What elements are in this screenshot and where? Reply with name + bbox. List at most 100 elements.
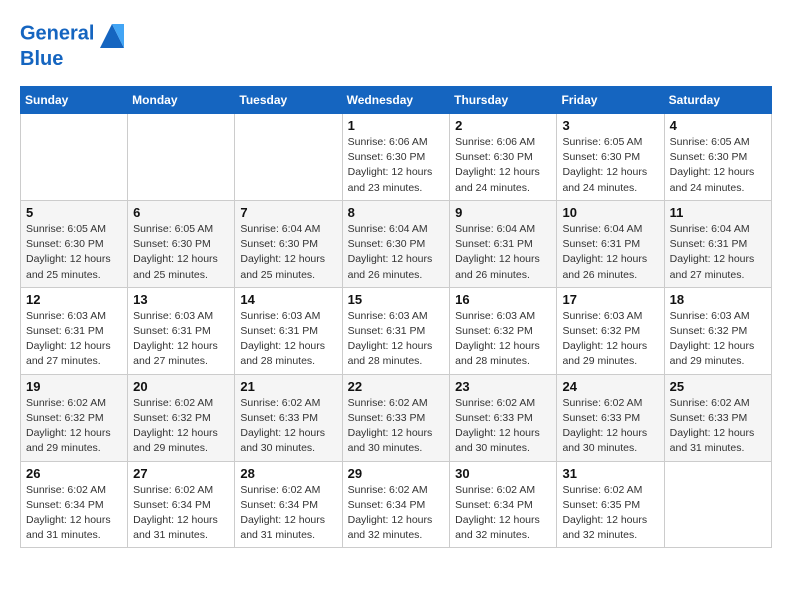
day-info: Sunrise: 6:02 AM Sunset: 6:33 PM Dayligh… [240, 396, 336, 457]
day-number: 18 [670, 292, 766, 307]
calendar-cell [235, 114, 342, 201]
day-info: Sunrise: 6:02 AM Sunset: 6:32 PM Dayligh… [133, 396, 229, 457]
day-number: 17 [562, 292, 658, 307]
day-number: 1 [348, 118, 445, 133]
calendar-cell: 9 Sunrise: 6:04 AM Sunset: 6:31 PM Daylig… [450, 200, 557, 287]
day-number: 5 [26, 205, 122, 220]
calendar-table: SundayMondayTuesdayWednesdayThursdayFrid… [20, 86, 772, 548]
day-number: 8 [348, 205, 445, 220]
calendar-cell: 29 Sunrise: 6:02 AM Sunset: 6:34 PM Dayli… [342, 461, 450, 548]
calendar-cell: 3 Sunrise: 6:05 AM Sunset: 6:30 PM Daylig… [557, 114, 664, 201]
day-info: Sunrise: 6:03 AM Sunset: 6:31 PM Dayligh… [26, 309, 122, 370]
calendar-cell: 31 Sunrise: 6:02 AM Sunset: 6:35 PM Dayli… [557, 461, 664, 548]
calendar-cell: 12 Sunrise: 6:03 AM Sunset: 6:31 PM Dayli… [21, 287, 128, 374]
calendar-cell: 11Sunrise: 6:04 AM Sunset: 6:31 PM Dayli… [664, 200, 771, 287]
logo: General Blue [20, 20, 128, 70]
day-info: Sunrise: 6:06 AM Sunset: 6:30 PM Dayligh… [348, 135, 445, 196]
day-info: Sunrise: 6:02 AM Sunset: 6:34 PM Dayligh… [348, 483, 445, 544]
day-number: 15 [348, 292, 445, 307]
calendar-cell: 1 Sunrise: 6:06 AM Sunset: 6:30 PM Daylig… [342, 114, 450, 201]
calendar-week-2: 5 Sunrise: 6:05 AM Sunset: 6:30 PM Daylig… [21, 200, 772, 287]
calendar-cell: 30 Sunrise: 6:02 AM Sunset: 6:34 PM Dayli… [450, 461, 557, 548]
day-number: 20 [133, 379, 229, 394]
day-info: Sunrise: 6:02 AM Sunset: 6:32 PM Dayligh… [26, 396, 122, 457]
day-number: 31 [562, 466, 658, 481]
calendar-cell: 14 Sunrise: 6:03 AM Sunset: 6:31 PM Dayli… [235, 287, 342, 374]
calendar-cell: 4 Sunrise: 6:05 AM Sunset: 6:30 PM Daylig… [664, 114, 771, 201]
day-info: Sunrise: 6:04 AM Sunset: 6:31 PM Dayligh… [455, 222, 551, 283]
day-number: 26 [26, 466, 122, 481]
day-number: 24 [562, 379, 658, 394]
day-info: Sunrise: 6:05 AM Sunset: 6:30 PM Dayligh… [133, 222, 229, 283]
day-number: 3 [562, 118, 658, 133]
day-number: 16 [455, 292, 551, 307]
calendar-cell: 7Sunrise: 6:04 AM Sunset: 6:30 PM Daylig… [235, 200, 342, 287]
day-number: 9 [455, 205, 551, 220]
calendar-week-3: 12 Sunrise: 6:03 AM Sunset: 6:31 PM Dayli… [21, 287, 772, 374]
day-info: Sunrise: 6:06 AM Sunset: 6:30 PM Dayligh… [455, 135, 551, 196]
day-info: Sunrise: 6:05 AM Sunset: 6:30 PM Dayligh… [562, 135, 658, 196]
calendar-cell: 6 Sunrise: 6:05 AM Sunset: 6:30 PM Daylig… [128, 200, 235, 287]
weekday-header-monday: Monday [128, 87, 235, 114]
calendar-week-5: 26 Sunrise: 6:02 AM Sunset: 6:34 PM Dayli… [21, 461, 772, 548]
calendar-cell: 23 Sunrise: 6:02 AM Sunset: 6:33 PM Dayli… [450, 374, 557, 461]
day-number: 2 [455, 118, 551, 133]
calendar-cell: 18 Sunrise: 6:03 AM Sunset: 6:32 PM Dayli… [664, 287, 771, 374]
day-info: Sunrise: 6:04 AM Sunset: 6:30 PM Dayligh… [348, 222, 445, 283]
day-info: Sunrise: 6:02 AM Sunset: 6:35 PM Dayligh… [562, 483, 658, 544]
calendar-cell: 25Sunrise: 6:02 AM Sunset: 6:33 PM Dayli… [664, 374, 771, 461]
day-info: Sunrise: 6:03 AM Sunset: 6:31 PM Dayligh… [348, 309, 445, 370]
day-info: Sunrise: 6:02 AM Sunset: 6:34 PM Dayligh… [455, 483, 551, 544]
calendar-cell: 21 Sunrise: 6:02 AM Sunset: 6:33 PM Dayli… [235, 374, 342, 461]
day-info: Sunrise: 6:02 AM Sunset: 6:33 PM Dayligh… [455, 396, 551, 457]
day-info: Sunrise: 6:05 AM Sunset: 6:30 PM Dayligh… [26, 222, 122, 283]
calendar-cell: 27 Sunrise: 6:02 AM Sunset: 6:34 PM Dayli… [128, 461, 235, 548]
calendar-cell [664, 461, 771, 548]
day-info: Sunrise: 6:04 AM Sunset: 6:30 PM Dayligh… [240, 222, 336, 283]
day-number: 29 [348, 466, 445, 481]
calendar-cell: 17 Sunrise: 6:03 AM Sunset: 6:32 PM Dayli… [557, 287, 664, 374]
day-info: Sunrise: 6:03 AM Sunset: 6:32 PM Dayligh… [670, 309, 766, 370]
weekday-header-friday: Friday [557, 87, 664, 114]
day-number: 21 [240, 379, 336, 394]
day-info: Sunrise: 6:02 AM Sunset: 6:33 PM Dayligh… [348, 396, 445, 457]
weekday-header-thursday: Thursday [450, 87, 557, 114]
calendar-cell: 28Sunrise: 6:02 AM Sunset: 6:34 PM Dayli… [235, 461, 342, 548]
day-number: 23 [455, 379, 551, 394]
day-info: Sunrise: 6:03 AM Sunset: 6:31 PM Dayligh… [240, 309, 336, 370]
day-number: 14 [240, 292, 336, 307]
day-number: 22 [348, 379, 445, 394]
day-number: 10 [562, 205, 658, 220]
day-info: Sunrise: 6:05 AM Sunset: 6:30 PM Dayligh… [670, 135, 766, 196]
day-info: Sunrise: 6:02 AM Sunset: 6:34 PM Dayligh… [26, 483, 122, 544]
logo-text: General Blue [20, 20, 128, 70]
calendar-header: SundayMondayTuesdayWednesdayThursdayFrid… [21, 87, 772, 114]
day-number: 30 [455, 466, 551, 481]
calendar-cell: 19Sunrise: 6:02 AM Sunset: 6:32 PM Dayli… [21, 374, 128, 461]
weekday-header-saturday: Saturday [664, 87, 771, 114]
day-number: 4 [670, 118, 766, 133]
calendar-cell: 8 Sunrise: 6:04 AM Sunset: 6:30 PM Daylig… [342, 200, 450, 287]
day-number: 12 [26, 292, 122, 307]
day-info: Sunrise: 6:03 AM Sunset: 6:31 PM Dayligh… [133, 309, 229, 370]
day-number: 27 [133, 466, 229, 481]
weekday-header-row: SundayMondayTuesdayWednesdayThursdayFrid… [21, 87, 772, 114]
page-header: General Blue [20, 20, 772, 70]
calendar-week-1: 1 Sunrise: 6:06 AM Sunset: 6:30 PM Daylig… [21, 114, 772, 201]
day-number: 6 [133, 205, 229, 220]
calendar-cell: 15 Sunrise: 6:03 AM Sunset: 6:31 PM Dayli… [342, 287, 450, 374]
weekday-header-sunday: Sunday [21, 87, 128, 114]
calendar-cell [128, 114, 235, 201]
calendar-cell: 24 Sunrise: 6:02 AM Sunset: 6:33 PM Dayli… [557, 374, 664, 461]
day-info: Sunrise: 6:03 AM Sunset: 6:32 PM Dayligh… [455, 309, 551, 370]
calendar-cell: 5 Sunrise: 6:05 AM Sunset: 6:30 PM Daylig… [21, 200, 128, 287]
calendar-week-4: 19Sunrise: 6:02 AM Sunset: 6:32 PM Dayli… [21, 374, 772, 461]
day-info: Sunrise: 6:03 AM Sunset: 6:32 PM Dayligh… [562, 309, 658, 370]
weekday-header-wednesday: Wednesday [342, 87, 450, 114]
calendar-cell: 2 Sunrise: 6:06 AM Sunset: 6:30 PM Daylig… [450, 114, 557, 201]
day-info: Sunrise: 6:02 AM Sunset: 6:34 PM Dayligh… [133, 483, 229, 544]
day-info: Sunrise: 6:04 AM Sunset: 6:31 PM Dayligh… [562, 222, 658, 283]
day-info: Sunrise: 6:02 AM Sunset: 6:34 PM Dayligh… [240, 483, 336, 544]
day-number: 25 [670, 379, 766, 394]
day-info: Sunrise: 6:02 AM Sunset: 6:33 PM Dayligh… [562, 396, 658, 457]
